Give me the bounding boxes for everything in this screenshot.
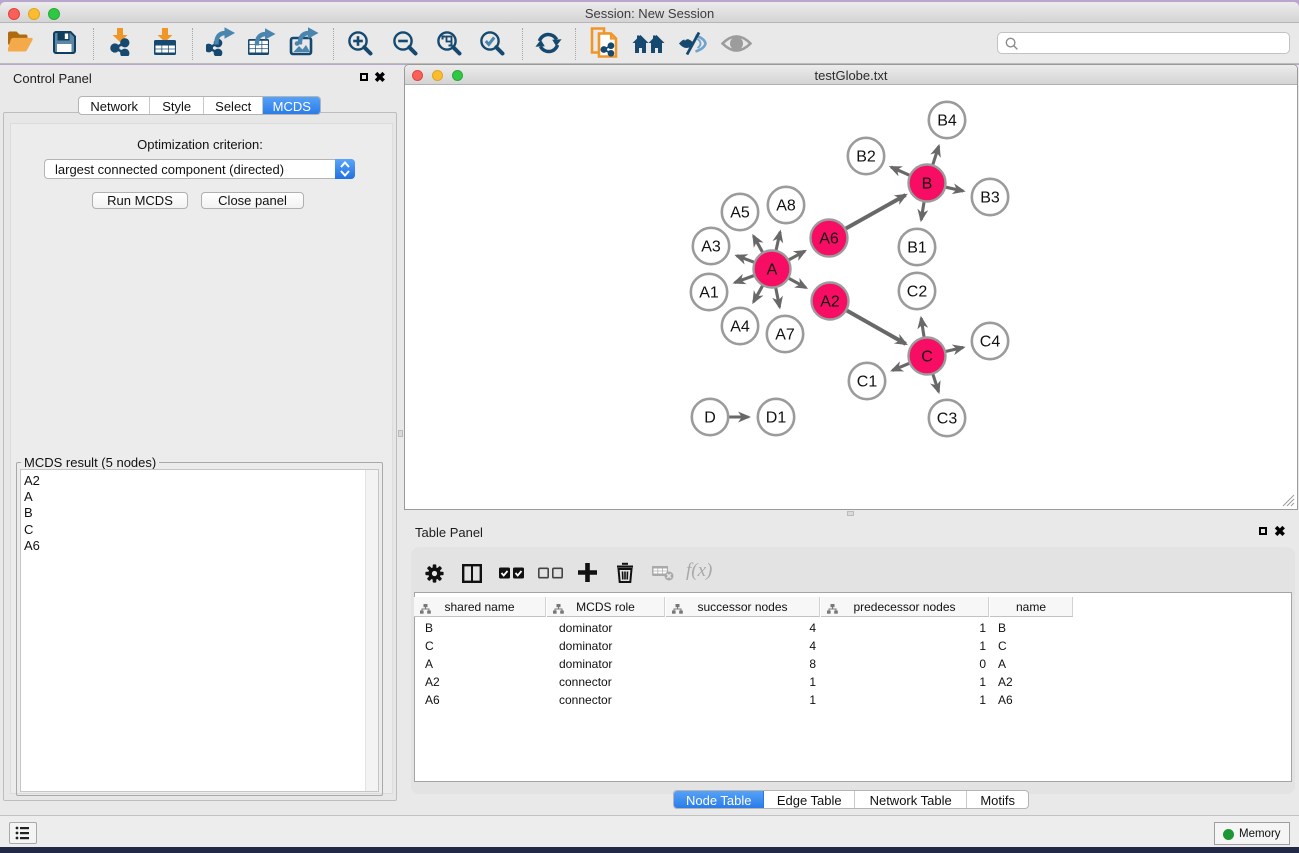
svg-text:A3: A3: [701, 239, 721, 256]
svg-text:B1: B1: [907, 240, 927, 257]
svg-text:A5: A5: [730, 205, 750, 222]
svg-text:A1: A1: [699, 285, 719, 302]
svg-text:B: B: [922, 176, 933, 193]
svg-text:A4: A4: [730, 319, 750, 336]
svg-text:B4: B4: [937, 113, 957, 130]
svg-text:D: D: [704, 410, 716, 427]
svg-text:A7: A7: [775, 327, 795, 344]
svg-text:C: C: [921, 349, 933, 366]
svg-text:A6: A6: [819, 231, 839, 248]
svg-text:A8: A8: [776, 198, 796, 215]
svg-text:B2: B2: [856, 149, 876, 166]
svg-text:C2: C2: [907, 284, 928, 301]
svg-text:A: A: [767, 262, 778, 279]
svg-text:B3: B3: [980, 190, 1000, 207]
svg-text:C4: C4: [980, 334, 1001, 351]
svg-text:C1: C1: [857, 374, 878, 391]
svg-text:D1: D1: [766, 410, 787, 427]
svg-text:A2: A2: [820, 294, 840, 311]
svg-text:C3: C3: [937, 411, 958, 428]
